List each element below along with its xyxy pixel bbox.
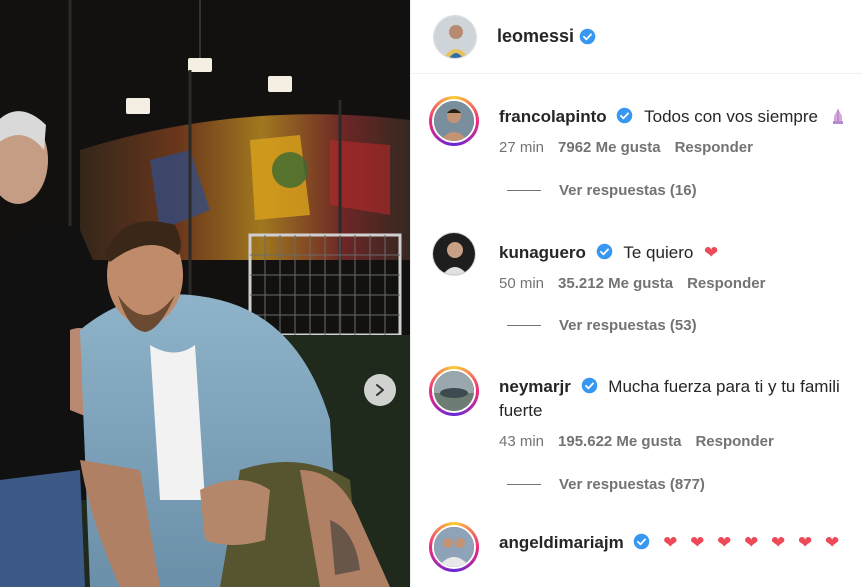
comment-item: kunaguero Te quiero ❤ 50 min 35.212 Me g… bbox=[429, 232, 859, 292]
commenter-avatar[interactable] bbox=[432, 232, 476, 276]
comments-panel: leomessi francolapinto Todos con vos sie… bbox=[410, 0, 862, 587]
verified-badge-icon bbox=[596, 243, 612, 260]
verified-badge-icon bbox=[634, 533, 650, 550]
commenter-avatar[interactable] bbox=[429, 522, 479, 572]
comment-text-line: kunaguero Te quiero ❤ bbox=[499, 241, 765, 265]
heart-emoji-icon: ❤ bbox=[704, 243, 719, 262]
comment-time: 50 min bbox=[499, 275, 545, 292]
comment-item: angeldimariajm ❤ ❤ ❤ ❤ ❤ ❤ ❤ bbox=[429, 522, 859, 572]
comment-text: Mucha fuerza para ti y tu famili bbox=[608, 377, 840, 396]
commenter-avatar[interactable] bbox=[429, 366, 479, 416]
verified-badge-icon bbox=[581, 377, 597, 394]
post-header: leomessi bbox=[411, 0, 862, 74]
comment-meta: 50 min 35.212 Me gusta Responder bbox=[499, 275, 765, 292]
comment-username[interactable]: angeldimariajm bbox=[499, 533, 624, 552]
comment-likes[interactable]: 35.212 Me gusta bbox=[558, 275, 673, 292]
comment-text-line: neymarjr Mucha fuerza para ti y tu famil… bbox=[499, 375, 840, 399]
comment-likes[interactable]: 7962 Me gusta bbox=[558, 139, 661, 156]
view-replies-button[interactable]: Ver respuestas (877) bbox=[507, 476, 705, 493]
comment-time: 27 min bbox=[499, 139, 545, 156]
replies-divider bbox=[507, 190, 541, 191]
comment-item: francolapinto Todos con vos siempre 27 m… bbox=[429, 96, 859, 156]
author-avatar[interactable] bbox=[433, 14, 477, 59]
author-username[interactable]: leomessi bbox=[497, 26, 574, 47]
replies-divider bbox=[507, 325, 541, 326]
view-replies-label: Ver respuestas (877) bbox=[559, 476, 705, 493]
comment-text-line: francolapinto Todos con vos siempre bbox=[499, 105, 847, 129]
comment-meta: 43 min 195.622 Me gusta Responder bbox=[499, 433, 840, 450]
reply-button[interactable]: Responder bbox=[695, 433, 773, 450]
replies-divider bbox=[507, 484, 541, 485]
comment-username[interactable]: francolapinto bbox=[499, 107, 607, 126]
view-replies-label: Ver respuestas (53) bbox=[559, 317, 697, 334]
next-photo-button[interactable] bbox=[364, 374, 396, 406]
comment-item: neymarjr Mucha fuerza para ti y tu famil… bbox=[429, 366, 859, 450]
comment-username[interactable]: neymarjr bbox=[499, 377, 571, 396]
comment-time: 43 min bbox=[499, 433, 545, 450]
comment-text: Todos con vos siempre bbox=[644, 107, 819, 126]
reply-button[interactable]: Responder bbox=[687, 275, 765, 292]
comment-text-continued: fuerte bbox=[499, 401, 543, 420]
comment-username[interactable]: kunaguero bbox=[499, 243, 586, 262]
post-photo bbox=[0, 0, 410, 587]
verified-badge-icon bbox=[579, 28, 596, 45]
reply-button[interactable]: Responder bbox=[675, 139, 753, 156]
praying-hands-emoji-icon bbox=[832, 109, 843, 124]
view-replies-button[interactable]: Ver respuestas (53) bbox=[507, 317, 697, 334]
comment-text-line: angeldimariajm ❤ ❤ ❤ ❤ ❤ ❤ ❤ bbox=[499, 531, 843, 555]
view-replies-button[interactable]: Ver respuestas (16) bbox=[507, 182, 697, 199]
hearts-emoji-row: ❤ ❤ ❤ ❤ ❤ ❤ ❤ bbox=[663, 533, 844, 552]
commenter-avatar[interactable] bbox=[429, 96, 479, 146]
comment-meta: 27 min 7962 Me gusta Responder bbox=[499, 139, 847, 156]
view-replies-label: Ver respuestas (16) bbox=[559, 182, 697, 199]
verified-badge-icon bbox=[617, 107, 633, 124]
comment-likes[interactable]: 195.622 Me gusta bbox=[558, 433, 681, 450]
chevron-right-icon bbox=[376, 384, 384, 396]
comment-text: Te quiero bbox=[623, 243, 694, 262]
photo-illustration bbox=[0, 0, 410, 587]
